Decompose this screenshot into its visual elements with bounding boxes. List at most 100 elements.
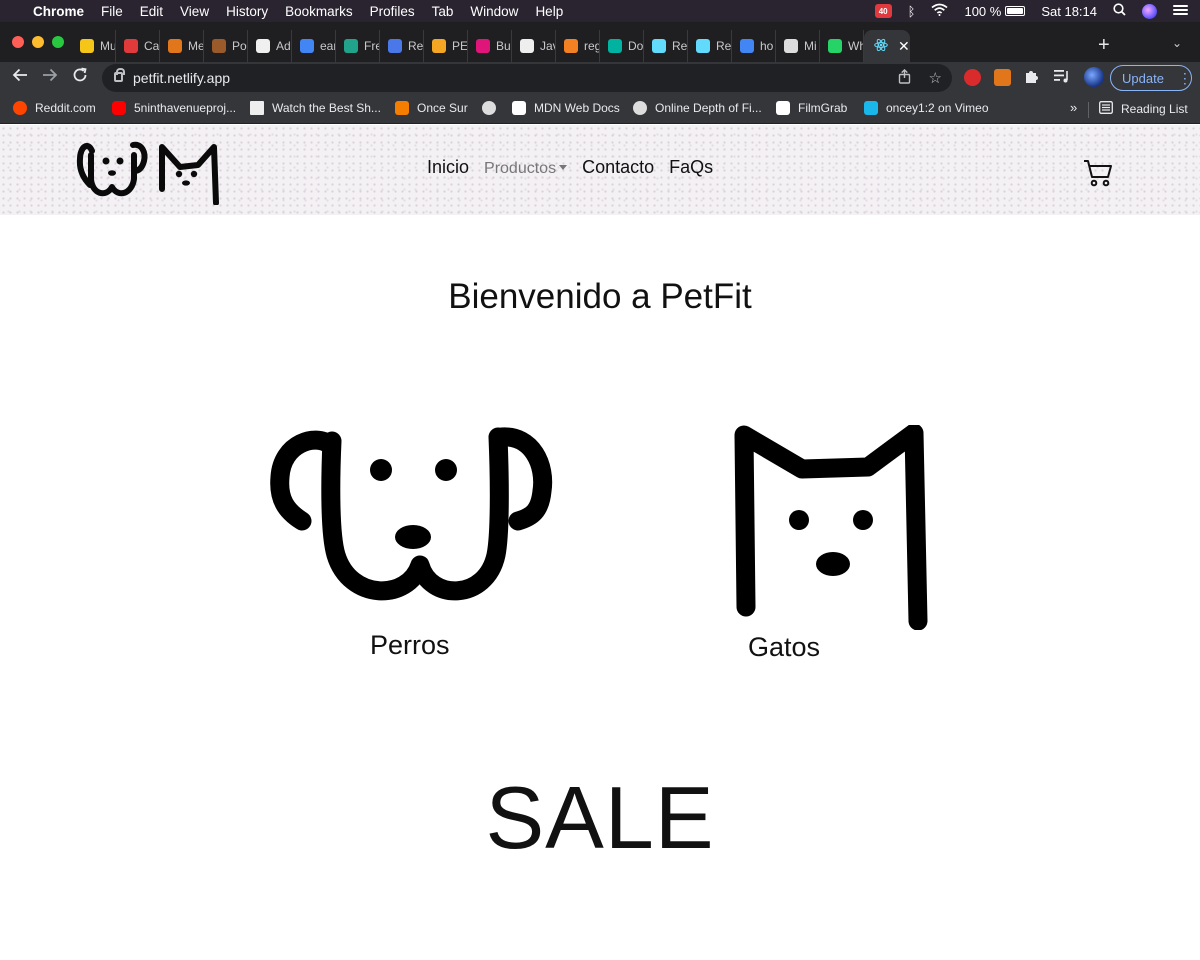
- bookmark-vimeo[interactable]: oncey1:2 on Vimeo: [864, 101, 989, 115]
- notification-badge-icon[interactable]: 40: [874, 4, 892, 18]
- shopping-cart-icon[interactable]: [1083, 158, 1113, 193]
- tab[interactable]: Re: [380, 30, 424, 62]
- tab[interactable]: Ad: [248, 30, 292, 62]
- extensions-puzzle-icon[interactable]: [1024, 68, 1040, 89]
- tab-favicon-icon: [300, 39, 314, 53]
- tab[interactable]: Mu: [72, 30, 116, 62]
- adblock-extension-icon[interactable]: [964, 69, 981, 86]
- tab-favicon-icon: [432, 39, 446, 53]
- minimize-window-button[interactable]: [32, 36, 44, 48]
- nav-inicio[interactable]: Inicio: [427, 157, 469, 178]
- new-tab-button[interactable]: +: [1098, 35, 1110, 55]
- bookmark-label: 5ninthavenueproj...: [134, 101, 237, 115]
- bluetooth-icon[interactable]: ᛒ: [908, 4, 916, 19]
- tab[interactable]: Fre: [336, 30, 380, 62]
- bookmark-mdn[interactable]: MDN Web Docs: [512, 101, 620, 115]
- tab[interactable]: Bu: [468, 30, 512, 62]
- tab-title: Ad: [276, 39, 291, 53]
- app-menu-chrome[interactable]: Chrome: [33, 4, 84, 19]
- tab-search-chevron-icon[interactable]: ⌄: [1172, 36, 1182, 50]
- close-tab-icon[interactable]: ✕: [898, 38, 910, 55]
- tab[interactable]: Mi: [776, 30, 820, 62]
- tab-title: Do: [628, 39, 644, 53]
- tab[interactable]: Re: [644, 30, 688, 62]
- tab[interactable]: PE: [424, 30, 468, 62]
- bookmark-once-sur[interactable]: Once Sur: [395, 101, 468, 115]
- address-bar[interactable]: petfit.netlify.app ☆: [102, 64, 952, 92]
- menu-view[interactable]: View: [180, 4, 209, 19]
- more-bookmarks-chevron-icon[interactable]: »: [1070, 100, 1077, 115]
- tab[interactable]: ho: [732, 30, 776, 62]
- forward-button[interactable]: [42, 67, 58, 88]
- macos-menu-bar: Chrome File Edit View History Bookmarks …: [0, 0, 1200, 22]
- reading-list-icon: [1099, 101, 1113, 117]
- battery-status[interactable]: 100 %: [964, 4, 1026, 19]
- bookmark-globe[interactable]: [482, 101, 496, 115]
- tab[interactable]: Ca: [116, 30, 160, 62]
- category-perros-card[interactable]: Perros: [270, 425, 560, 660]
- reload-button[interactable]: [72, 67, 88, 88]
- bookmark-star-icon[interactable]: ☆: [929, 69, 942, 88]
- bookmark-watch-best-shots[interactable]: Watch the Best Sh...: [250, 101, 381, 115]
- menu-tab[interactable]: Tab: [432, 4, 454, 19]
- nav-faqs[interactable]: FaQs: [669, 157, 713, 178]
- media-controls-icon[interactable]: [1054, 69, 1071, 89]
- browser-toolbar: petfit.netlify.app ☆ Update ⋮: [0, 62, 1200, 94]
- update-label: Update: [1122, 70, 1164, 86]
- wifi-icon[interactable]: [931, 3, 948, 19]
- lock-icon[interactable]: [114, 68, 125, 82]
- bookmark-label: Online Depth of Fi...: [655, 101, 762, 115]
- menu-help[interactable]: Help: [535, 4, 563, 19]
- tab[interactable]: ear: [292, 30, 336, 62]
- battery-icon: [1005, 6, 1026, 16]
- menu-file[interactable]: File: [101, 4, 123, 19]
- petfit-logo[interactable]: [76, 137, 222, 210]
- tab-favicon-icon: [80, 39, 94, 53]
- tab[interactable]: Jav: [512, 30, 556, 62]
- menu-profiles[interactable]: Profiles: [370, 4, 415, 19]
- profile-avatar[interactable]: [1084, 67, 1104, 87]
- gatos-label[interactable]: Gatos: [748, 632, 820, 663]
- tab-favicon-icon: [388, 39, 402, 53]
- tab-title: Re: [672, 39, 688, 53]
- nav-contacto[interactable]: Contacto: [582, 157, 654, 178]
- tab-favicon-icon: [696, 39, 710, 53]
- bookmark-depth-of-field[interactable]: Online Depth of Fi...: [633, 101, 762, 115]
- tab[interactable]: Do: [600, 30, 644, 62]
- bookmark-filmgrab[interactable]: FilmGrab: [776, 101, 847, 115]
- sale-banner[interactable]: SALE: [0, 767, 1200, 869]
- tab-favicon-icon: [828, 39, 842, 53]
- tab-title: Ca: [144, 39, 160, 53]
- reading-list-button[interactable]: Reading List: [1099, 101, 1188, 117]
- tab[interactable]: Re: [688, 30, 732, 62]
- menu-window[interactable]: Window: [470, 4, 518, 19]
- zoom-window-button[interactable]: [52, 36, 64, 48]
- tab[interactable]: Wh: [820, 30, 864, 62]
- menu-edit[interactable]: Edit: [140, 4, 163, 19]
- update-chrome-button[interactable]: Update ⋮: [1110, 65, 1192, 91]
- bookmark-youtube-project[interactable]: 5ninthavenueproj...: [112, 101, 236, 115]
- tab-title: Wh: [848, 39, 863, 53]
- tab[interactable]: Me: [160, 30, 204, 62]
- share-icon[interactable]: [898, 68, 911, 88]
- tab-favicon-icon: [476, 39, 490, 53]
- bookmark-reddit[interactable]: Reddit.com: [13, 101, 96, 115]
- close-window-button[interactable]: [12, 36, 24, 48]
- category-gatos-card[interactable]: Gatos: [732, 423, 932, 662]
- control-center-icon[interactable]: [1173, 4, 1188, 19]
- clock[interactable]: Sat 18:14: [1041, 4, 1097, 19]
- reddit-icon: [13, 101, 27, 115]
- bookmark-label: Once Sur: [417, 101, 468, 115]
- menu-bookmarks[interactable]: Bookmarks: [285, 4, 353, 19]
- back-button[interactable]: [12, 67, 28, 88]
- tab-active[interactable]: ✕: [864, 30, 910, 62]
- siri-icon[interactable]: [1142, 3, 1157, 19]
- tab[interactable]: Po: [204, 30, 248, 62]
- spotlight-search-icon[interactable]: [1113, 3, 1126, 19]
- tab[interactable]: reg: [556, 30, 600, 62]
- nav-productos-dropdown[interactable]: Productos: [484, 160, 568, 178]
- url-text[interactable]: petfit.netlify.app: [133, 70, 230, 86]
- menu-history[interactable]: History: [226, 4, 268, 19]
- perros-label[interactable]: Perros: [370, 630, 450, 661]
- metamask-extension-icon[interactable]: [994, 69, 1011, 86]
